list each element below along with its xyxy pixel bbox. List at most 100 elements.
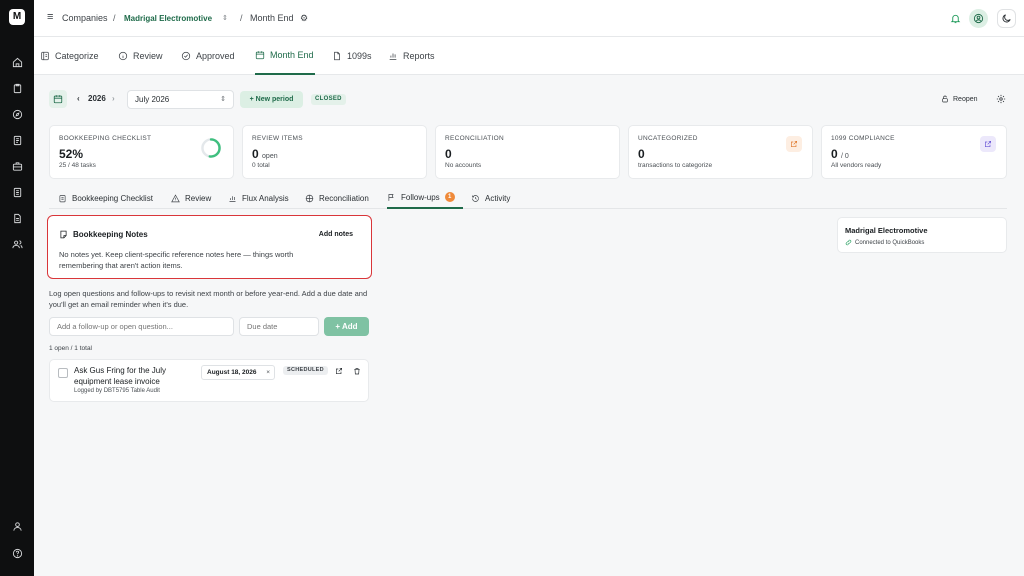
home-icon[interactable] (9, 54, 25, 70)
follow-up-checkbox[interactable] (58, 368, 68, 378)
trash-icon[interactable] (353, 367, 361, 375)
notes-empty-text: No notes yet. Keep client-specific refer… (59, 250, 294, 270)
dark-mode-moon-icon[interactable] (997, 9, 1016, 28)
list-document-icon[interactable] (9, 184, 25, 200)
card-label: Reconciliation (445, 135, 504, 142)
tab-label: Month End (270, 50, 314, 60)
card-label: 1099 Compliance (831, 135, 895, 142)
reconciliation-card[interactable]: Reconciliation 0 No accounts (435, 125, 620, 179)
top-bar: ≡ Companies / Madrigal Electromotive ⇕ /… (34, 0, 1024, 37)
add-notes-button[interactable]: Add notes (319, 231, 353, 238)
clipboard-icon[interactable] (9, 80, 25, 96)
notification-bell-icon[interactable] (946, 9, 965, 28)
month-select[interactable]: July 2026 ⇕ (127, 90, 234, 109)
compass-icon[interactable] (9, 106, 25, 122)
uncategorized-open-external-icon[interactable] (786, 136, 802, 152)
clear-date-icon[interactable]: × (266, 366, 270, 379)
review-items-card[interactable]: Review Items 0 open 0 total (242, 125, 427, 179)
follow-up-item: Ask Gus Fring for the July equipment lea… (49, 359, 369, 402)
card-label: Review Items (252, 135, 303, 142)
compliance-card[interactable]: 1099 Compliance 0 / 0 All vendors ready (821, 125, 1007, 179)
compliance-open-external-icon[interactable] (980, 136, 996, 152)
calendar-icon (53, 95, 63, 104)
compliance-count: 0 / 0 (831, 147, 849, 161)
month-end-subtabs: Bookkeeping Checklist Review Flux Analys… (49, 187, 1007, 209)
uncategorized-card[interactable]: Uncategorized 0 transactions to categori… (628, 125, 813, 179)
new-period-button[interactable]: + New period (240, 91, 303, 108)
reopen-label: Reopen (953, 95, 978, 103)
help-icon[interactable] (9, 545, 25, 561)
month-select-value: July 2026 (135, 95, 170, 104)
notes-title: Bookkeeping Notes (59, 230, 148, 239)
compliance-count-value: 0 (831, 147, 838, 161)
follow-up-input[interactable] (49, 317, 234, 336)
card-label: Uncategorized (638, 135, 698, 142)
subtab-label: Activity (485, 193, 511, 203)
tab-1099s[interactable]: 1099s (332, 37, 372, 74)
bookkeeping-notes-panel: Bookkeeping Notes Add notes No notes yet… (47, 215, 372, 279)
review-items-count: 0 open (252, 147, 278, 161)
tab-label: Reports (403, 50, 435, 61)
bar-chart-icon (389, 53, 397, 60)
scale-icon (305, 194, 314, 202)
menu-icon[interactable]: ≡ (47, 11, 53, 23)
breadcrumb-company[interactable]: Madrigal Electromotive (124, 14, 212, 23)
period-calendar-button[interactable] (49, 90, 67, 108)
follow-up-logged-by: Logged by DBT5795 Table Audit (74, 388, 160, 394)
due-date-value: August 18, 2026 (207, 369, 257, 376)
account-avatar-icon[interactable] (969, 9, 988, 28)
app-logo[interactable]: M (9, 9, 25, 25)
user-profile-icon[interactable] (9, 518, 25, 534)
previous-year-chevron-icon[interactable]: ‹ (77, 94, 80, 103)
chevron-updown-icon: ⇕ (220, 96, 226, 103)
subtab-review[interactable]: Review (171, 187, 211, 209)
subtab-follow-ups[interactable]: Follow-ups 1 (387, 187, 463, 209)
lock-icon (942, 95, 948, 103)
document-icon (334, 51, 340, 60)
uncategorized-sub: transactions to categorize (638, 162, 713, 169)
next-year-chevron-icon[interactable]: › (112, 94, 115, 103)
uncategorized-count: 0 (638, 147, 645, 161)
subtab-bookkeeping-checklist[interactable]: Bookkeeping Checklist (58, 187, 153, 209)
reconciliation-sub: No accounts (445, 162, 482, 169)
tab-label: 1099s (347, 50, 372, 61)
tab-label: Categorize (55, 50, 99, 61)
tab-approved[interactable]: Approved (181, 37, 235, 74)
follow-up-status-badge: SCHEDULED (283, 366, 328, 375)
compliance-sub: All vendors ready (831, 162, 882, 169)
ledger-icon[interactable] (9, 132, 25, 148)
edit-icon[interactable] (335, 367, 343, 375)
page-settings-icon[interactable]: ⚙ (300, 13, 308, 24)
warning-triangle-icon (171, 193, 180, 202)
breadcrumb-separator: / (113, 13, 116, 23)
users-icon[interactable] (9, 236, 25, 252)
subtab-reconciliation[interactable]: Reconciliation (305, 187, 369, 209)
company-panel: Madrigal Electromotive Connected to Quic… (837, 217, 1007, 253)
file-text-icon[interactable] (9, 210, 25, 226)
breadcrumb-companies[interactable]: Companies (62, 13, 108, 23)
review-count-unit: open (262, 153, 278, 160)
period-settings-gear-icon[interactable] (996, 94, 1006, 104)
subtab-label: Flux Analysis (242, 193, 289, 203)
tab-month-end[interactable]: Month End (255, 37, 315, 75)
company-switcher-chevron-icon[interactable]: ⇕ (222, 14, 228, 22)
subtab-label: Follow-ups (401, 192, 440, 202)
checklist-progress-ring (201, 138, 221, 158)
briefcase-icon[interactable] (9, 158, 25, 174)
add-follow-up-button[interactable]: + Add (324, 317, 369, 336)
tab-label: Approved (196, 50, 235, 61)
tab-reports[interactable]: Reports (388, 37, 435, 74)
subtab-activity[interactable]: Activity (471, 187, 510, 209)
subtab-flux-analysis[interactable]: Flux Analysis (228, 187, 289, 209)
categorize-icon (41, 51, 49, 60)
subtab-label: Reconciliation (319, 193, 369, 203)
review-items-total: 0 total (252, 162, 270, 169)
checklist-card[interactable]: Bookkeeping Checklist 52% 25 / 48 tasks (49, 125, 234, 179)
tab-categorize[interactable]: Categorize (40, 37, 99, 74)
due-date-input[interactable] (239, 317, 319, 336)
tab-review[interactable]: Review (118, 37, 163, 74)
link-icon (845, 239, 852, 246)
subtab-label: Bookkeeping Checklist (72, 193, 153, 203)
reopen-button[interactable]: Reopen (941, 95, 978, 103)
follow-up-due-date[interactable]: August 18, 2026 × (201, 365, 275, 380)
